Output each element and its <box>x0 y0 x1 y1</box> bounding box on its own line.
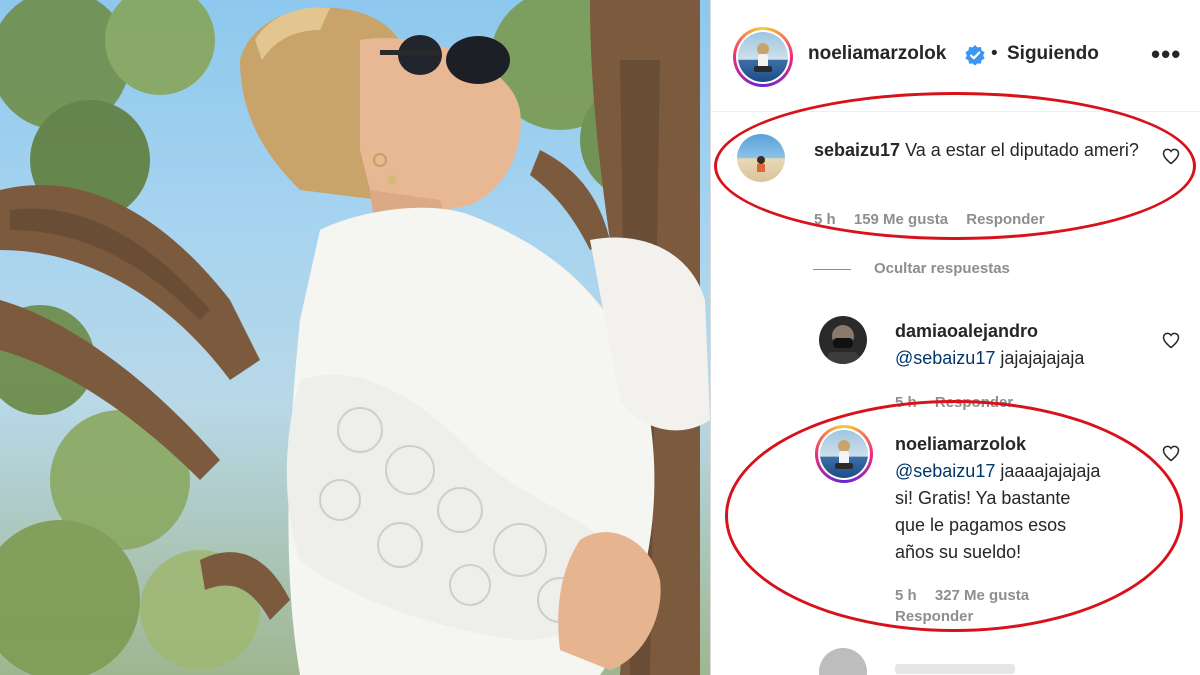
author-username[interactable]: noeliamarzolok <box>808 43 946 65</box>
reply-body: jajajajajaja <box>1000 348 1085 368</box>
reply-body-line1: jaaaajajajaja <box>1000 461 1101 481</box>
comment-likes[interactable]: 159 Me gusta <box>854 211 948 228</box>
reply-likes[interactable]: 327 Me gusta <box>935 587 1029 604</box>
commenter-avatar[interactable] <box>737 134 785 182</box>
next-reply-avatar[interactable] <box>819 648 867 675</box>
hide-replies-line <box>813 269 851 270</box>
comments-panel: noeliamarzolok • Siguiendo ••• sebaizu17… <box>711 0 1200 675</box>
mention-link[interactable]: @sebaizu17 <box>895 461 995 481</box>
more-options-icon[interactable]: ••• <box>1151 41 1181 67</box>
photo-illustration <box>0 0 710 675</box>
like-heart-icon[interactable] <box>1161 330 1181 350</box>
mention-link[interactable]: @sebaizu17 <box>895 348 995 368</box>
reply-body-line3: que le pagamos esos <box>895 515 1067 535</box>
next-reply-preview <box>895 664 1015 674</box>
post-photo <box>0 0 710 675</box>
post-header: noeliamarzolok • Siguiendo ••• <box>711 0 1200 112</box>
comment-body: Va a estar el diputado ameri? <box>905 140 1139 160</box>
following-button[interactable]: Siguiendo <box>1007 43 1099 65</box>
author-avatar[interactable] <box>733 27 793 87</box>
reply-time: 5 h <box>895 394 917 411</box>
comment-time: 5 h <box>814 211 836 228</box>
header-separator: • <box>991 43 998 64</box>
hide-replies-label[interactable]: Ocultar respuestas <box>874 260 1010 277</box>
replier-username[interactable]: damiaoalejandro <box>895 318 1155 345</box>
verified-badge-icon <box>965 45 985 65</box>
reply-button[interactable]: Responder <box>895 608 973 625</box>
like-heart-icon[interactable] <box>1161 443 1181 463</box>
replier-username[interactable]: noeliamarzolok <box>895 431 1155 458</box>
reply-body-line4: años su sueldo! <box>895 542 1022 562</box>
replier-avatar[interactable] <box>819 316 867 364</box>
reply-body-line2: si! Gratis! Ya bastante <box>895 488 1071 508</box>
commenter-username[interactable]: sebaizu17 <box>814 140 900 160</box>
author-reply-avatar[interactable] <box>815 425 873 483</box>
like-heart-icon[interactable] <box>1161 146 1181 166</box>
reply-button[interactable]: Responder <box>966 211 1044 228</box>
reply-time: 5 h <box>895 587 917 604</box>
reply-button[interactable]: Responder <box>935 394 1013 411</box>
